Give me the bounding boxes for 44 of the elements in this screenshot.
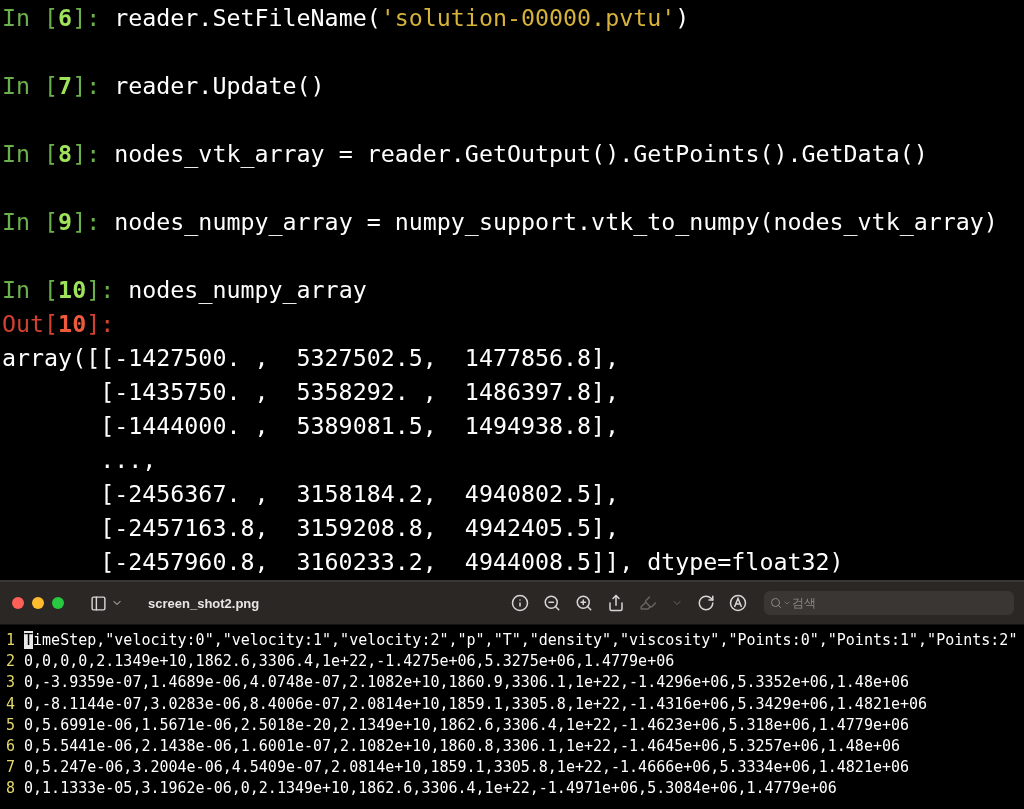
chevron-down-icon [783,599,791,607]
rotate-icon[interactable] [697,594,715,612]
markup-icon[interactable] [729,594,747,612]
output-line: ..., [99,445,158,475]
line-number: 4 [6,693,16,715]
line-number: 2 [6,651,16,673]
output-line: [-1435750. , 5358292. , 1486397.8], [99,377,621,407]
search-icon [770,597,782,609]
zoom-out-icon[interactable] [543,594,561,612]
input-line: In [8]: nodes_vtk_array = reader.GetOutput().GetPoints().GetData() [2,139,929,170]
text-line: 0,-8.1144e-07,3.0283e-06,8.4006e-07,2.0814e+10,1859.1,3305.8,1e+22,-1.4316e+06,5.3429e+06,1.4821e+06 [24,693,928,715]
input-line: In [9]: nodes_numpy_array = numpy_support.vtk_to_numpy(nodes_vtk_array) [2,207,999,238]
text-line: 0,5.6991e-06,1.5671e-06,2.5018e-20,2.1349e+10,1862.6,3306.4,1e+22,-1.4623e+06,5.318e+06,1.4779e+06 [24,714,910,736]
minimize-button[interactable] [32,597,44,609]
line-number: 6 [6,736,16,757]
window-title: screen_shot2.png [148,595,260,611]
text-line: 0,5.5441e-06,2.1438e-06,1.6001e-07,2.1082e+10,1860.8,3306.1,1e+22,-1.4645e+06,5.3257e+06,1.48e+06 [24,736,900,757]
text-line: TimeStep,"velocity:0","velocity:1","velocity:2","p","T","density","viscosity","Points:0","Points:1","Points:2" [24,630,1018,651]
output-line: array([[-1427500. , 5327502.5, 1477856.8], [2,343,621,373]
info-icon[interactable] [511,594,529,612]
text-line: 0,-3.9359e-07,1.4689e-06,4.0748e-07,2.1082e+10,1860.9,3306.1,1e+22,-1.4296e+06,5.3352e+06,1.48e+06 [24,672,910,694]
line-number: 1 [6,630,16,651]
output-prompt: Out[10]: [2,309,116,339]
line-number: 7 [6,757,16,779]
text-line: 0,1.1333e-05,3.1962e-06,0,2.1349e+10,1862.6,3306.4,1e+22,-1.4971e+06,5.3084e+06,1.4779e+06 [24,778,837,800]
text-line: 0,5.247e-06,3.2004e-06,4.5409e-07,2.0814e+10,1859.1,3305.8,1e+22,-1.4666e+06,5.3334e+06,1.4821e+06 [24,757,910,779]
line-number: 8 [6,778,16,800]
line-number: 3 [6,672,16,694]
input-line: In [7]: reader.Update() [2,71,326,101]
text-line: 0,0,0,0,2.1349e+10,1862.6,3306.4,1e+22,-1.4275e+06,5.3275e+06,1.4779e+06 [24,651,675,673]
sidebar-icon [90,594,107,612]
zoom-in-icon[interactable] [575,594,593,612]
close-button[interactable] [12,597,24,609]
line-number: 5 [6,714,16,736]
input-line: In [6]: reader.SetFileName('solution-00000.pvtu') [2,3,691,33]
output-line: [-2456367. , 3158184.2, 4940802.5], [99,479,621,509]
output-line: [-2457163.8, 3159208.8, 4942405.5], [99,513,621,543]
input-line: In [10]: nodes_numpy_array [2,275,368,306]
search-field[interactable]: 검색 [764,591,1014,615]
maximize-button[interactable] [52,597,64,609]
sidebar-toggle-button[interactable] [90,594,123,612]
output-line: [-1444000. , 5389081.5, 1494938.8], [99,411,621,441]
share-icon[interactable] [607,594,625,612]
output-line: [-2457960.8, 3160233.2, 4944008.5]], dtype=float32) [99,547,845,577]
